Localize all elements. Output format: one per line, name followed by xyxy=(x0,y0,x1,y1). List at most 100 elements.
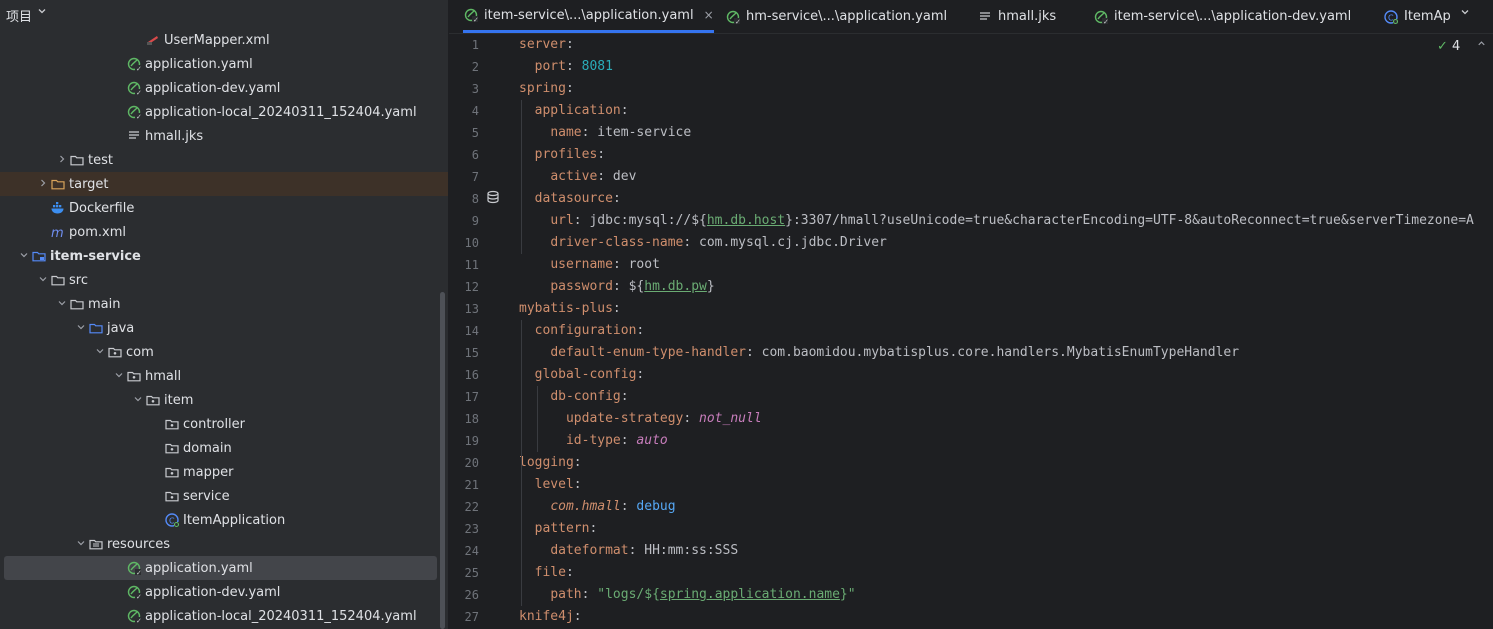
tab-item-service-application-yaml[interactable]: ✓ item-service\...\application.yaml × xyxy=(463,0,714,33)
code-line[interactable]: server: xyxy=(519,34,574,56)
docker-icon xyxy=(50,200,66,216)
tree-item-mapper[interactable]: mapper xyxy=(0,460,448,484)
tree-item-item[interactable]: item xyxy=(0,388,448,412)
code-token: : xyxy=(573,477,582,492)
tree-item-hmall-jks[interactable]: hmall.jks xyxy=(0,124,448,148)
tree-item-application-dev-yaml[interactable]: ✓ application-dev.yaml xyxy=(0,580,448,604)
code-line[interactable]: active: dev xyxy=(519,166,636,188)
tree-item-dockerfile[interactable]: Dockerfile xyxy=(0,196,448,220)
code-line[interactable]: pattern: xyxy=(519,518,598,540)
code-line[interactable]: port: 8081 xyxy=(519,56,613,78)
code-line[interactable]: update-strategy: not_null xyxy=(519,408,762,430)
folder-icon xyxy=(50,272,66,288)
tab-itemap[interactable]: C ItemAp xyxy=(1383,0,1451,33)
chevron-down-icon[interactable] xyxy=(36,274,50,287)
svg-text:✓: ✓ xyxy=(473,16,479,23)
tree-item-src[interactable]: src xyxy=(0,268,448,292)
project-panel-title[interactable]: 项目 xyxy=(6,6,32,25)
code-line[interactable]: file: xyxy=(519,562,574,584)
code-token: password xyxy=(550,279,613,294)
code-token: : xyxy=(565,59,582,74)
line-number: 1 xyxy=(471,38,479,52)
code-line[interactable]: spring: xyxy=(519,78,574,100)
editor-area: ✓ item-service\...\application.yaml × ✓ hm-s… xyxy=(449,0,1493,629)
code-line[interactable]: url: jdbc:mysql://${hm.db.host}:3307/hma… xyxy=(519,210,1474,232)
code-line[interactable]: driver-class-name: com.mysql.cj.jdbc.Dri… xyxy=(519,232,887,254)
code-line[interactable]: knife4j: xyxy=(519,606,582,628)
tree-item-itemapplication[interactable]: C ItemApplication xyxy=(0,508,448,532)
tree-item-item-service[interactable]: item-service xyxy=(0,244,448,268)
tree-item-application-local-20240311-152404-yaml[interactable]: ✓ application-local_20240311_152404.yaml xyxy=(0,100,448,124)
tab-hmall-jks[interactable]: hmall.jks xyxy=(977,0,1056,33)
code-line[interactable]: com.hmall: debug xyxy=(519,496,675,518)
code-line[interactable]: path: "logs/${spring.application.name}" xyxy=(519,584,855,606)
code-line[interactable]: id-type: auto xyxy=(519,430,668,452)
tree-item-application-yaml[interactable]: ✓ application.yaml xyxy=(4,556,437,580)
code-line[interactable]: configuration: xyxy=(519,320,645,342)
tree-item-test[interactable]: test xyxy=(0,148,448,172)
line-number: 9 xyxy=(471,214,479,228)
code-line[interactable]: default-enum-type-handler: com.baomidou.… xyxy=(519,342,1239,364)
code-line[interactable]: level: xyxy=(519,474,582,496)
code-line[interactable]: logging: xyxy=(519,452,582,474)
chevron-up-icon[interactable] xyxy=(1476,38,1487,52)
tab-label: ItemAp xyxy=(1404,9,1451,24)
package-icon xyxy=(164,440,180,456)
chevron-down-icon[interactable] xyxy=(17,250,31,263)
chevron-down-icon[interactable] xyxy=(93,346,107,359)
tree-item-application-dev-yaml[interactable]: ✓ application-dev.yaml xyxy=(0,76,448,100)
line-number: 14 xyxy=(464,324,479,338)
inspection-widget[interactable]: ✓ 4 xyxy=(1437,39,1460,54)
tree-item-application-local-20240311-152404-yaml[interactable]: ✓ application-local_20240311_152404.yaml xyxy=(0,604,448,628)
chevron-down-icon[interactable] xyxy=(74,538,88,551)
tree-item-target[interactable]: target xyxy=(0,172,448,196)
code-token: : HH:mm:ss:SSS xyxy=(628,543,739,558)
code-line[interactable]: username: root xyxy=(519,254,660,276)
database-icon[interactable] xyxy=(486,190,500,208)
code-line[interactable]: dateformat: HH:mm:ss:SSS xyxy=(519,540,738,562)
code-line[interactable]: db-config: xyxy=(519,386,628,408)
tab-item-service-application-dev-yaml[interactable]: ✓ item-service\...\application-dev.yaml xyxy=(1093,0,1351,33)
chevron-down-icon[interactable] xyxy=(131,394,145,407)
tree-item-hmall[interactable]: hmall xyxy=(0,364,448,388)
code-line[interactable]: name: item-service xyxy=(519,122,691,144)
code-line[interactable]: global-config: xyxy=(519,364,645,386)
project-panel: 项目 UserMapper.xml ✓ application.yaml ✓ appli… xyxy=(0,0,448,629)
tree-item-java[interactable]: java xyxy=(0,316,448,340)
project-scrollbar[interactable] xyxy=(440,292,445,629)
tree-item-main[interactable]: main xyxy=(0,292,448,316)
xml-icon xyxy=(145,32,161,48)
close-tab-icon[interactable]: × xyxy=(704,8,714,22)
chevron-down-icon[interactable] xyxy=(55,298,69,311)
chevron-down-icon[interactable] xyxy=(74,322,88,335)
tree-item-com[interactable]: com xyxy=(0,340,448,364)
chevron-right-icon[interactable] xyxy=(55,154,69,167)
editor-tab-bar: ✓ item-service\...\application.yaml × ✓ hm-s… xyxy=(449,0,1493,34)
tree-item-service[interactable]: service xyxy=(0,484,448,508)
chevron-down-icon[interactable] xyxy=(36,5,48,20)
code-token: knife4j xyxy=(519,609,574,624)
code-line[interactable]: application: xyxy=(519,100,629,122)
tabs-more-chevron-icon[interactable] xyxy=(1459,6,1471,21)
code-token: : xyxy=(565,565,574,580)
tree-item-usermapper-xml[interactable]: UserMapper.xml xyxy=(0,28,448,52)
project-panel-header[interactable]: 项目 xyxy=(0,0,448,28)
code-line[interactable]: datasource: xyxy=(519,188,621,210)
code-line[interactable]: mybatis-plus: xyxy=(519,298,621,320)
tree-item-resources[interactable]: resources xyxy=(0,532,448,556)
code-line[interactable]: profiles: xyxy=(519,144,605,166)
code-line[interactable]: password: ${hm.db.pw} xyxy=(519,276,714,298)
spring-yaml-icon: ✓ xyxy=(463,7,479,23)
tree-item-domain[interactable]: domain xyxy=(0,436,448,460)
tree-item-pom-xml[interactable]: m pom.xml xyxy=(0,220,448,244)
chevron-down-icon[interactable] xyxy=(112,370,126,383)
code-token: db-config xyxy=(550,389,621,404)
tree-item-controller[interactable]: controller xyxy=(0,412,448,436)
tree-item-application-yaml[interactable]: ✓ application.yaml xyxy=(0,52,448,76)
chevron-right-icon[interactable] xyxy=(36,178,50,191)
tab-hm-service-application-yaml[interactable]: ✓ hm-service\...\application.yaml xyxy=(725,0,947,33)
